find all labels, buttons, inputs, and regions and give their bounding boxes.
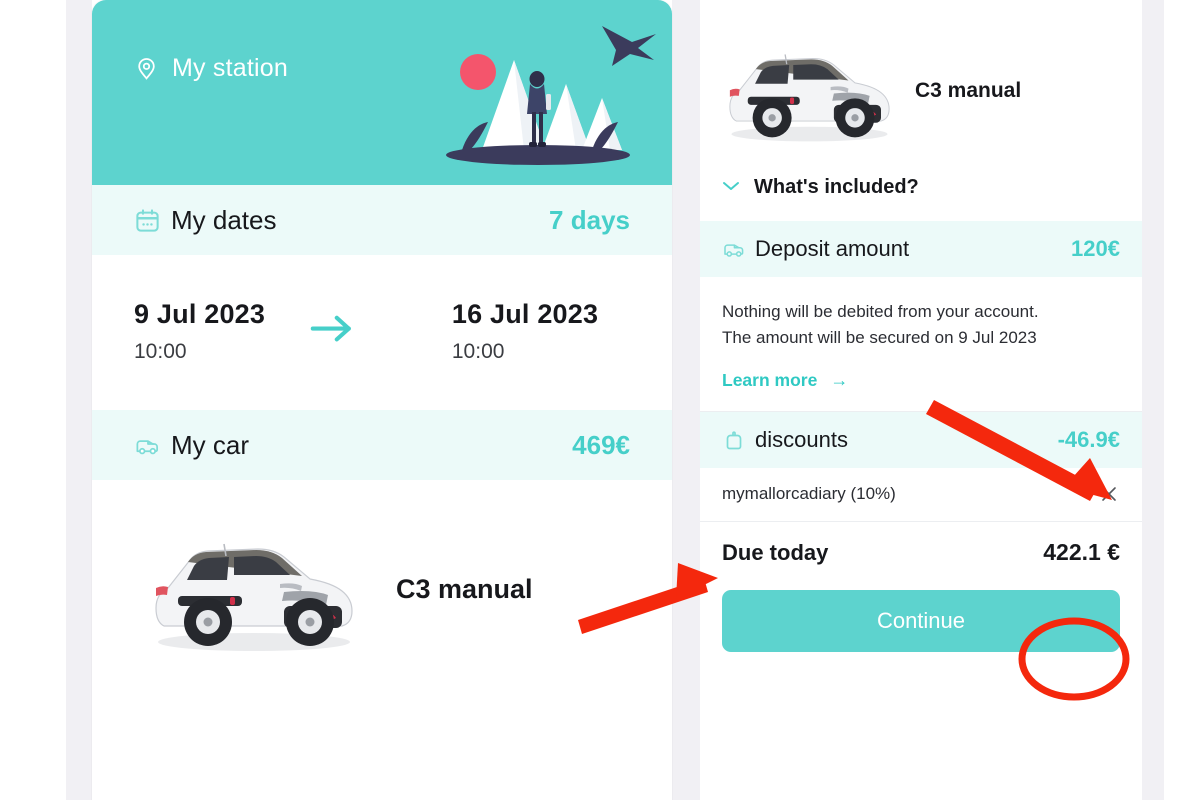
discounts-label: discounts bbox=[755, 426, 848, 452]
learn-more-link[interactable]: Learn more → bbox=[722, 370, 848, 391]
chevron-down-icon bbox=[722, 179, 740, 197]
summary-car-model-name: C3 manual bbox=[915, 79, 1022, 102]
my-station-hero: My station bbox=[92, 0, 672, 185]
deposit-note-block: Nothing will be debited from your accoun… bbox=[700, 277, 1142, 412]
continue-button-wrap: Continue bbox=[700, 584, 1142, 652]
traveller-mountains-illustration bbox=[446, 26, 656, 165]
pickup-date: 9 Jul 2023 bbox=[134, 299, 266, 329]
my-dates-label: My dates bbox=[171, 204, 277, 235]
discounts-strip: discounts -46.9€ bbox=[700, 411, 1142, 468]
car-icon bbox=[722, 237, 746, 261]
whats-included-toggle[interactable]: What's included? bbox=[700, 160, 1142, 221]
calendar-icon bbox=[134, 207, 161, 234]
arrow-right-icon bbox=[308, 313, 356, 349]
my-dates-strip[interactable]: My dates 7 days bbox=[92, 185, 672, 255]
discounts-value: -46.9€ bbox=[1057, 426, 1120, 452]
dates-detail-block: 9 Jul 2023 10:00 16 Jul 2023 10:00 bbox=[92, 255, 672, 410]
pickup-time: 10:00 bbox=[134, 340, 187, 363]
car-model-name: C3 manual bbox=[396, 573, 533, 604]
booking-summary-card: My station My dates 7 days 9 Jul 2023 10… bbox=[92, 0, 672, 800]
my-station-header: My station bbox=[134, 54, 288, 83]
checkout-summary-panel: C3 manual What's included? Deposit amoun… bbox=[700, 0, 1142, 800]
dropoff-time: 10:00 bbox=[451, 340, 505, 363]
due-today-value: 422.1 € bbox=[1043, 539, 1120, 566]
my-station-label: My station bbox=[172, 54, 288, 82]
learn-more-label: Learn more bbox=[722, 369, 818, 390]
page-gutter-middle bbox=[672, 0, 700, 800]
summary-car-block: C3 manual bbox=[700, 0, 1142, 160]
deposit-note-line-2: The amount will be secured on 9 Jul 2023 bbox=[722, 327, 1037, 347]
deposit-note-line-1: Nothing will be debited from your accoun… bbox=[722, 302, 1039, 321]
deposit-amount-value: 120€ bbox=[1071, 236, 1120, 261]
location-pin-icon bbox=[134, 56, 159, 81]
car-icon bbox=[134, 432, 161, 459]
tag-icon bbox=[722, 428, 746, 452]
my-dates-duration: 7 days bbox=[549, 204, 630, 235]
discount-code-label: mymallorcadiary (10%) bbox=[722, 484, 896, 504]
applied-discount-row: mymallorcadiary (10%) bbox=[700, 467, 1142, 522]
my-car-strip[interactable]: My car 469€ bbox=[92, 410, 672, 480]
close-x-icon[interactable] bbox=[1098, 483, 1120, 505]
page-gutter-right bbox=[1142, 0, 1164, 800]
my-car-price: 469€ bbox=[572, 429, 630, 460]
dropoff-date-column[interactable]: 16 Jul 2023 10:00 bbox=[356, 299, 630, 364]
selected-car-block: C3 manual bbox=[92, 480, 672, 698]
arrow-right-icon: → bbox=[830, 369, 849, 390]
my-car-label: My car bbox=[171, 429, 249, 460]
page-gutter-left bbox=[66, 0, 92, 800]
deposit-amount-strip: Deposit amount 120€ bbox=[700, 221, 1142, 277]
dropoff-date: 16 Jul 2023 bbox=[451, 299, 599, 329]
white-citroen-c3-photo bbox=[155, 543, 353, 651]
whats-included-label: What's included? bbox=[754, 176, 919, 198]
screenshot-stage: My station My dates 7 days 9 Jul 2023 10… bbox=[0, 0, 1200, 800]
continue-button[interactable]: Continue bbox=[722, 589, 1120, 652]
white-citroen-c3-photo bbox=[729, 54, 890, 142]
due-today-row: Due today 422.1 € bbox=[700, 521, 1142, 584]
deposit-amount-label: Deposit amount bbox=[755, 236, 910, 261]
due-today-label: Due today bbox=[722, 539, 829, 565]
pickup-date-column[interactable]: 9 Jul 2023 10:00 bbox=[134, 299, 308, 364]
